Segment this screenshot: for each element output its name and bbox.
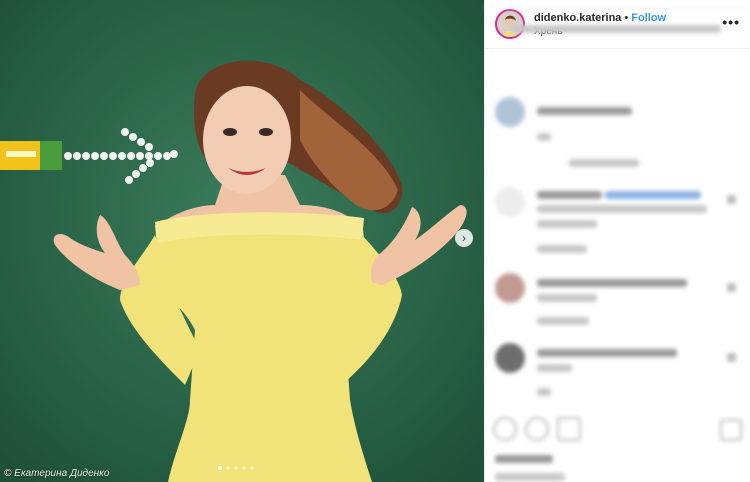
- date-placeholder: [495, 473, 565, 481]
- likes-placeholder: [495, 455, 553, 463]
- bookmark-icon[interactable]: [720, 419, 742, 441]
- comment-icon[interactable]: [525, 417, 549, 441]
- comment-placeholder: [569, 159, 639, 167]
- post-actions: [493, 417, 581, 441]
- comment-placeholder: [537, 364, 572, 372]
- comment-placeholder: [537, 205, 707, 213]
- add-comment-placeholder: [511, 25, 721, 33]
- comment-like-icon: [727, 353, 736, 362]
- carousel-dot: [242, 466, 246, 470]
- comment-like-icon: [727, 283, 736, 292]
- add-comment-bar[interactable]: [485, 8, 750, 49]
- post-image: [0, 0, 484, 482]
- comment-like-icon: [727, 195, 736, 204]
- carousel-dots: [218, 466, 254, 470]
- comment-placeholder: [537, 107, 632, 115]
- comment-placeholder: [537, 388, 551, 396]
- post-photo[interactable]: © Екатерина Диденко ›: [0, 0, 484, 482]
- carousel-dot: [250, 466, 254, 470]
- carousel-dot: [226, 466, 230, 470]
- comment-avatar: [495, 273, 525, 303]
- next-photo-button[interactable]: ›: [455, 229, 473, 247]
- comment-placeholder: [537, 279, 687, 287]
- like-icon[interactable]: [493, 417, 517, 441]
- comment-placeholder: [605, 191, 701, 199]
- share-icon[interactable]: [557, 417, 581, 441]
- comment-avatar: [495, 187, 525, 217]
- chevron-right-icon: ›: [462, 231, 466, 245]
- comment-placeholder: [537, 245, 587, 253]
- comment-placeholder: [537, 294, 597, 302]
- carousel-dot: [234, 466, 238, 470]
- post-sidebar: didenko.katerina•Follow Хрень •••: [484, 0, 750, 482]
- comment-placeholder: [537, 191, 602, 199]
- comment-placeholder: [537, 220, 597, 228]
- comment-avatar: [495, 97, 525, 127]
- photo-watermark: © Екатерина Диденко: [4, 468, 110, 479]
- comment-avatar: [495, 343, 525, 373]
- comment-placeholder: [537, 349, 677, 357]
- comment-placeholder: [537, 133, 551, 141]
- carousel-dot: [218, 466, 222, 470]
- comment-placeholder: [537, 317, 589, 325]
